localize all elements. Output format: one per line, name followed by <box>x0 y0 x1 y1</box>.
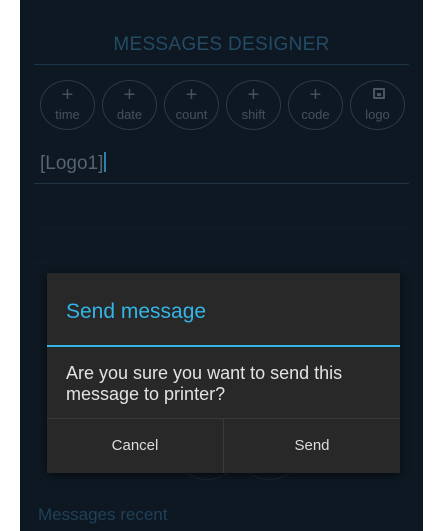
dialog-title: Send message <box>66 300 207 323</box>
add-logo-label: logo <box>365 107 390 122</box>
send-message-dialog: Send message Are you sure you want to se… <box>47 273 400 473</box>
send-button[interactable]: Send <box>224 419 400 473</box>
add-date-button[interactable]: + date <box>102 80 157 130</box>
add-time-button[interactable]: + time <box>40 80 95 130</box>
add-code-label: code <box>301 107 330 122</box>
plus-icon: + <box>61 84 74 106</box>
list-divider <box>34 262 409 263</box>
add-date-label: date <box>116 107 143 122</box>
add-logo-button[interactable]: logo <box>350 80 405 130</box>
cancel-button[interactable]: Cancel <box>47 419 223 473</box>
plus-icon: + <box>309 84 322 106</box>
image-icon <box>373 88 385 99</box>
add-count-label: count <box>175 107 208 122</box>
plus-icon: + <box>247 84 260 106</box>
dialog-message: Are you sure you want to send this messa… <box>66 363 343 404</box>
plus-icon: + <box>185 84 198 106</box>
message-editor-value: [Logo1] <box>40 153 104 174</box>
title-divider <box>34 64 409 65</box>
insert-button-row: + time + date + count + shift + code log… <box>40 80 420 130</box>
add-shift-button[interactable]: + shift <box>226 80 281 130</box>
list-divider <box>34 228 409 229</box>
messages-recent-heading: Messages recent <box>38 505 168 524</box>
add-count-button[interactable]: + count <box>164 80 219 130</box>
editor-underline <box>34 183 409 184</box>
add-code-button[interactable]: + code <box>288 80 343 130</box>
plus-icon: + <box>123 84 136 106</box>
message-editor[interactable]: [Logo1] <box>40 152 107 175</box>
add-time-label: time <box>55 107 80 122</box>
dialog-title-divider <box>47 345 400 347</box>
text-cursor <box>104 152 107 172</box>
add-shift-label: shift <box>241 107 266 122</box>
page-title: MESSAGES DESIGNER <box>113 34 330 55</box>
